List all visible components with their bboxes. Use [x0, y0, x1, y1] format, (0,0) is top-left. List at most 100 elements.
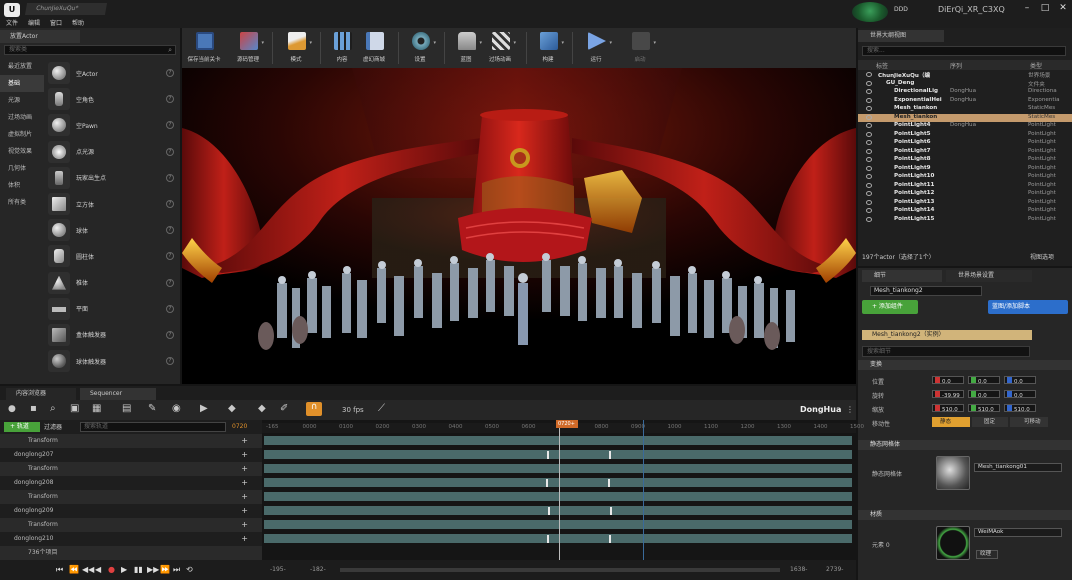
fps-dropdown[interactable]: 30 fps: [342, 406, 364, 414]
track-row[interactable]: Transform +: [0, 518, 262, 532]
outliner-row[interactable]: PointLight11 PointLight: [858, 182, 1072, 191]
menu-file[interactable]: 文件: [6, 18, 18, 28]
visibility-eye-icon[interactable]: [866, 148, 872, 154]
add-key-icon[interactable]: +: [241, 476, 248, 490]
user-avatar-icon[interactable]: [852, 2, 888, 22]
view-icon[interactable]: ◉: [172, 403, 181, 414]
outliner-search-input[interactable]: 搜索...: [862, 46, 1066, 56]
track-search-input[interactable]: 搜索轨道: [80, 422, 226, 432]
help-icon[interactable]: ?: [166, 147, 174, 156]
save-button[interactable]: 保存当前关卡: [184, 28, 224, 68]
document-tab[interactable]: ChunJieXuQu*: [24, 3, 108, 15]
place-actors-search-input[interactable]: 搜索类 ⌕: [4, 45, 176, 55]
scale-x-field[interactable]: 510.0: [932, 404, 964, 413]
settings-button[interactable]: 设置 ▾: [400, 28, 440, 68]
track-section-bar[interactable]: [264, 450, 852, 459]
keyframe-marker[interactable]: [609, 451, 611, 459]
category-item[interactable]: 过场动画: [0, 109, 44, 126]
help-icon[interactable]: ?: [166, 95, 174, 104]
rotation-z-field[interactable]: 0.0: [1004, 390, 1036, 399]
details-tab[interactable]: 细节: [862, 270, 942, 282]
visibility-eye-icon[interactable]: [866, 174, 872, 179]
track-section-bar[interactable]: [264, 506, 852, 515]
help-icon[interactable]: ?: [166, 200, 174, 209]
tools-icon[interactable]: ✎: [148, 403, 156, 414]
keyframe-marker[interactable]: [609, 535, 611, 543]
outliner-row[interactable]: PointLight10 PointLight: [858, 173, 1072, 182]
search-icon[interactable]: ⌕: [50, 403, 56, 414]
playhead[interactable]: [559, 420, 560, 560]
playback-icon[interactable]: ▶: [200, 403, 208, 414]
minimize-icon[interactable]: –: [1020, 3, 1034, 15]
range-start[interactable]: -195-: [270, 566, 286, 573]
help-icon[interactable]: ?: [166, 173, 174, 182]
world-settings-tab[interactable]: 世界场景设置: [946, 270, 1032, 282]
place-item-empty-actor[interactable]: 空Actor?: [44, 60, 176, 86]
material-thumbnail[interactable]: [936, 526, 970, 560]
static-mesh-dropdown[interactable]: Mesh_tiankong01: [974, 463, 1062, 472]
keyframe-marker[interactable]: [608, 479, 610, 487]
visibility-eye-icon[interactable]: [866, 97, 872, 103]
place-item-sphere[interactable]: 球体?: [44, 217, 176, 243]
add-key-icon[interactable]: +: [241, 462, 248, 476]
play-button[interactable]: 运行 ▾: [576, 28, 616, 68]
outliner-row[interactable]: PointLight13 PointLight: [858, 199, 1072, 208]
visibility-eye-icon[interactable]: [866, 199, 872, 205]
column-label[interactable]: 标签: [876, 61, 888, 70]
help-icon[interactable]: ?: [166, 252, 174, 261]
outliner-row[interactable]: PointLight9 PointLight: [858, 165, 1072, 174]
mobility-static-button[interactable]: 静态: [932, 417, 970, 427]
visibility-eye-icon[interactable]: [866, 89, 872, 94]
save-icon[interactable]: ▪: [30, 403, 37, 414]
snap-icon[interactable]: ▤: [122, 403, 131, 414]
outliner-row[interactable]: PointLight8 PointLight: [858, 156, 1072, 165]
source-control-status[interactable]: DDD: [894, 6, 922, 16]
outliner-row[interactable]: GU_Deng 文件夹: [858, 80, 1072, 89]
transport-button[interactable]: ⟲: [186, 565, 193, 574]
visibility-eye-icon[interactable]: [866, 114, 872, 120]
location-x-field[interactable]: 0.0: [932, 376, 964, 385]
track-row[interactable]: donglong208 +: [0, 476, 262, 490]
record-icon[interactable]: ●: [8, 404, 16, 414]
visibility-eye-icon[interactable]: [866, 123, 872, 128]
level-viewport[interactable]: [182, 68, 856, 384]
outliner-row[interactable]: Mesh_tiankon StaticMes: [858, 113, 1072, 122]
visibility-eye-icon[interactable]: [866, 182, 872, 188]
timeline-scrollbar[interactable]: [340, 568, 780, 572]
world-outliner-tab[interactable]: 世界大纲视图: [858, 30, 944, 42]
help-icon[interactable]: ?: [166, 69, 174, 78]
settings-icon[interactable]: ⋮: [846, 405, 854, 414]
current-frame-field[interactable]: 0720: [232, 423, 247, 430]
place-item-empty-pawn[interactable]: 空Pawn?: [44, 112, 176, 138]
camera-icon[interactable]: ▣: [70, 403, 79, 414]
rotation-x-field[interactable]: -39.99: [932, 390, 964, 399]
view-options-button[interactable]: 视图选项: [1030, 252, 1054, 261]
key-icon[interactable]: ◆: [228, 403, 236, 414]
launch-button[interactable]: 启动 ▾: [620, 28, 660, 68]
transport-button[interactable]: ⏩: [160, 565, 170, 574]
menu-help[interactable]: 帮助: [72, 18, 84, 28]
view-start[interactable]: -182-: [310, 566, 326, 573]
visibility-eye-icon[interactable]: [866, 191, 872, 196]
keyframe-marker[interactable]: [610, 507, 612, 515]
track-row[interactable]: donglong209 +: [0, 504, 262, 518]
curve-editor-icon[interactable]: ⟋: [378, 403, 385, 414]
help-icon[interactable]: ?: [166, 121, 174, 130]
outliner-row[interactable]: PointLight12 PointLight: [858, 190, 1072, 199]
material-texture-dropdown[interactable]: 纹理: [976, 550, 998, 559]
mobility-movable-button[interactable]: 可移动: [1010, 417, 1048, 427]
transport-button[interactable]: ●: [108, 565, 115, 574]
blueprint-script-button[interactable]: 蓝图/添加脚本: [988, 300, 1068, 314]
track-section-bar[interactable]: [264, 534, 852, 543]
material-dropdown[interactable]: WeiMAok: [974, 528, 1062, 537]
visibility-eye-icon[interactable]: [866, 80, 872, 86]
transport-button[interactable]: ⏪: [69, 565, 79, 574]
place-item-cylinder[interactable]: 圆柱体?: [44, 243, 176, 269]
playhead-label[interactable]: 0720+: [556, 420, 578, 428]
visibility-eye-icon[interactable]: [866, 131, 872, 137]
menu-window[interactable]: 窗口: [50, 18, 62, 28]
category-item[interactable]: 几何体: [0, 160, 44, 177]
help-icon[interactable]: ?: [166, 278, 174, 287]
materials-section[interactable]: 材质: [858, 510, 1072, 520]
details-search-input[interactable]: 搜索细节: [862, 346, 1030, 357]
